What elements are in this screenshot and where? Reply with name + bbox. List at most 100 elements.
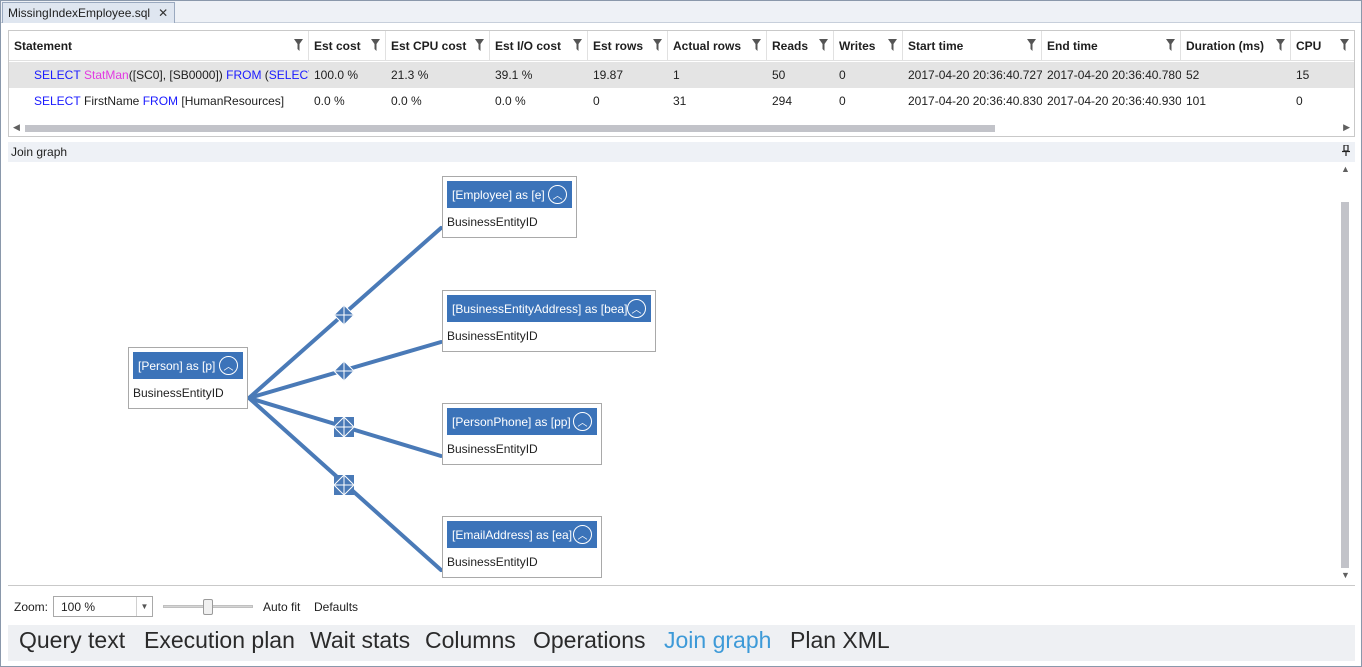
table-node-business-entity-address[interactable]: [BusinessEntityAddress] as [bea] ︿ Busine…: [442, 290, 656, 352]
tab-join-graph[interactable]: Join graph: [664, 627, 771, 654]
close-icon[interactable]: ✕: [158, 6, 168, 20]
table-node-header[interactable]: [EmailAddress] as [ea] ︿: [447, 521, 597, 548]
filter-icon[interactable]: [888, 39, 897, 51]
table-node-header[interactable]: [Person] as [p] ︿: [133, 352, 243, 379]
table-node-header[interactable]: [BusinessEntityAddress] as [bea] ︿: [447, 295, 651, 322]
collapse-icon[interactable]: ︿: [627, 299, 646, 318]
tab-wait-stats[interactable]: Wait stats: [310, 627, 410, 654]
column-label: Actual rows: [673, 39, 742, 53]
tab-operations[interactable]: Operations: [533, 627, 646, 654]
est-rows-cell: 0: [593, 94, 600, 108]
tab-plan-xml[interactable]: Plan XML: [790, 627, 890, 654]
end-time-cell: 2017-04-20 20:36:40.780: [1047, 68, 1181, 82]
reads-cell: 50: [772, 68, 786, 82]
document-tab[interactable]: MissingIndexEmployee.sql ✕: [2, 2, 176, 23]
document-tab-title: MissingIndexEmployee.sql: [8, 6, 151, 20]
collapse-icon[interactable]: ︿: [573, 525, 592, 544]
scrollbar-thumb[interactable]: [1341, 202, 1349, 568]
table-node-person-phone[interactable]: [PersonPhone] as [pp] ︿ BusinessEntityID: [442, 403, 602, 465]
column-header-est-io-cost[interactable]: Est I/O cost: [490, 31, 588, 61]
table-node-header[interactable]: [Employee] as [e] ︿: [447, 181, 572, 208]
tab-columns[interactable]: Columns: [425, 627, 516, 654]
table-row[interactable]: SELECT StatMan ([SC0], [SB0000]) FROM (SE…: [9, 62, 1354, 88]
zoom-slider[interactable]: [163, 599, 253, 615]
duration-cell: 101: [1186, 94, 1207, 108]
est-io-cost-cell: 39.1 %: [495, 68, 533, 82]
statement-cell: SELECT FirstName FROM [HumanResources]: [29, 88, 309, 114]
statement-cell: SELECT StatMan ([SC0], [SB0000]) FROM (SE…: [29, 62, 309, 88]
scroll-down-icon[interactable]: ▼: [1341, 570, 1350, 580]
filter-icon[interactable]: [1340, 39, 1349, 51]
column-header-actual-rows[interactable]: Actual rows: [668, 31, 767, 61]
scrollbar-thumb[interactable]: [25, 125, 995, 132]
filter-icon[interactable]: [653, 39, 662, 51]
cpu-cell: 0: [1296, 94, 1303, 108]
defaults-button[interactable]: Defaults: [314, 600, 358, 614]
collapse-icon[interactable]: ︿: [219, 356, 238, 375]
slider-knob[interactable]: [203, 599, 213, 615]
grid-header: Statement Est cost Est CPU cost Est I/O …: [9, 31, 1354, 61]
filter-icon[interactable]: [475, 39, 484, 51]
table-row[interactable]: SELECT FirstName FROM [HumanResources] 0…: [9, 88, 1354, 114]
est-cpu-cost-cell: 0.0 %: [391, 94, 422, 108]
join-markers: [333, 304, 355, 496]
sql-text: [HumanResources]: [178, 94, 285, 108]
reads-cell: 294: [772, 94, 793, 108]
filter-icon[interactable]: [573, 39, 582, 51]
table-node-email-address[interactable]: [EmailAddress] as [ea] ︿ BusinessEntityID: [442, 516, 602, 578]
column-header-reads[interactable]: Reads: [767, 31, 834, 61]
table-node-column: BusinessEntityID: [447, 215, 538, 229]
horizontal-scrollbar[interactable]: ◀ ▶: [9, 121, 1354, 136]
tab-query-text[interactable]: Query text: [19, 627, 125, 654]
scroll-right-icon[interactable]: ▶: [1343, 122, 1350, 133]
filter-icon[interactable]: [1276, 39, 1285, 51]
scroll-up-icon[interactable]: ▲: [1341, 164, 1350, 174]
column-header-est-cost[interactable]: Est cost: [309, 31, 386, 61]
column-header-duration[interactable]: Duration (ms): [1181, 31, 1291, 61]
join-graph-canvas[interactable]: [Person] as [p] ︿ BusinessEntityID [Emplo…: [8, 162, 1355, 586]
sql-keyword: FROM: [142, 94, 179, 108]
zoom-combobox[interactable]: 100 % ▼: [53, 596, 153, 617]
column-header-end-time[interactable]: End time: [1042, 31, 1181, 61]
auto-fit-button[interactable]: Auto fit: [263, 600, 300, 614]
column-header-cpu[interactable]: CPU: [1291, 31, 1354, 61]
panel-title: Join graph: [11, 145, 68, 159]
table-node-person[interactable]: [Person] as [p] ︿ BusinessEntityID: [128, 347, 248, 409]
collapse-icon[interactable]: ︿: [548, 185, 567, 204]
est-rows-cell: 19.87: [593, 68, 624, 82]
column-header-start-time[interactable]: Start time: [903, 31, 1042, 61]
column-header-statement[interactable]: Statement: [9, 31, 309, 61]
column-label: Start time: [908, 39, 964, 53]
filter-icon[interactable]: [371, 39, 380, 51]
actual-rows-cell: 1: [673, 68, 680, 82]
pin-icon[interactable]: [1342, 145, 1350, 156]
actual-rows-cell: 31: [673, 94, 687, 108]
column-label: End time: [1047, 39, 1098, 53]
sql-keyword: FROM: [226, 68, 262, 82]
vertical-scrollbar[interactable]: ▲ ▼: [1340, 162, 1350, 586]
collapse-icon[interactable]: ︿: [573, 412, 592, 431]
table-node-column: BusinessEntityID: [447, 442, 538, 456]
est-cost-cell: 100.0 %: [314, 68, 359, 82]
document-tab-strip: MissingIndexEmployee.sql ✕: [1, 1, 1361, 23]
column-header-writes[interactable]: Writes: [834, 31, 903, 61]
table-node-employee[interactable]: [Employee] as [e] ︿ BusinessEntityID: [442, 176, 577, 238]
column-header-est-cpu-cost[interactable]: Est CPU cost: [386, 31, 490, 61]
filter-icon[interactable]: [819, 39, 828, 51]
filter-icon[interactable]: [294, 39, 303, 51]
column-label: Reads: [772, 39, 809, 53]
table-node-header[interactable]: [PersonPhone] as [pp] ︿: [447, 408, 597, 435]
filter-icon[interactable]: [1166, 39, 1175, 51]
filter-icon[interactable]: [752, 39, 761, 51]
join-marker-icon: [333, 416, 355, 438]
join-marker-icon: [333, 474, 355, 496]
table-node-title: [Employee] as [e]: [452, 187, 545, 202]
chevron-down-icon[interactable]: ▼: [136, 597, 152, 616]
tab-execution-plan[interactable]: Execution plan: [144, 627, 295, 654]
scroll-left-icon[interactable]: ◀: [13, 122, 20, 133]
est-cost-cell: 0.0 %: [314, 94, 345, 108]
join-graph-panel-title: Join graph: [8, 142, 1355, 162]
zoom-label: Zoom:: [14, 600, 49, 614]
column-header-est-rows[interactable]: Est rows: [588, 31, 668, 61]
filter-icon[interactable]: [1027, 39, 1036, 51]
